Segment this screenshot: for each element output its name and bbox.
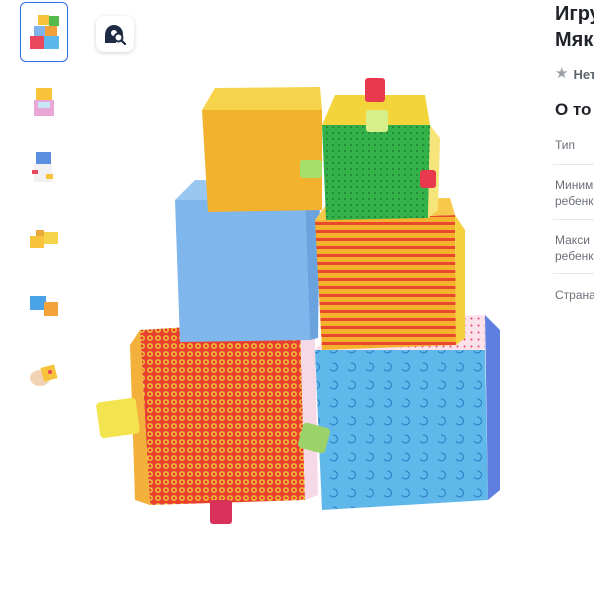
thumbnail-5[interactable] bbox=[20, 276, 68, 336]
spec-label-country: Страна bbox=[555, 288, 594, 302]
thumbnail-3[interactable] bbox=[20, 138, 68, 198]
search-icon bbox=[105, 25, 127, 45]
spec-label-type: Тип bbox=[555, 138, 576, 152]
thumbnail-image bbox=[30, 230, 58, 248]
product-main-image[interactable] bbox=[90, 70, 510, 530]
product-title-line-1: Игру bbox=[555, 3, 594, 25]
product-info-panel: Игру Мяк ★ Нет О то Тип Миним ребенк Мак… bbox=[553, 0, 594, 598]
divider bbox=[553, 219, 594, 220]
about-section-title: О то bbox=[555, 100, 592, 119]
spec-label-max-age: Макси bbox=[555, 233, 590, 247]
rating-text: Нет bbox=[573, 66, 594, 82]
divider bbox=[553, 164, 594, 165]
thumbnail-2[interactable] bbox=[20, 72, 68, 132]
spec-label-min-age-2: ребенк bbox=[555, 194, 594, 208]
thumbnail-image bbox=[30, 15, 59, 49]
rating-row[interactable]: ★ Нет bbox=[555, 66, 594, 82]
spec-label-min-age: Миним bbox=[555, 178, 594, 192]
product-title-line-2: Мяк bbox=[555, 29, 594, 51]
star-icon: ★ bbox=[555, 65, 569, 82]
thumbnail-image bbox=[32, 152, 53, 182]
zoom-button[interactable] bbox=[96, 16, 134, 52]
thumbnail-6[interactable] bbox=[20, 342, 68, 402]
spec-label-max-age-2: ребенк bbox=[555, 249, 594, 263]
thumbnail-image bbox=[30, 364, 58, 386]
thumbnail-4[interactable] bbox=[20, 208, 68, 268]
thumbnail-1[interactable] bbox=[20, 2, 68, 62]
thumbnail-image bbox=[34, 88, 54, 116]
thumbnail-image bbox=[30, 296, 58, 316]
divider bbox=[553, 273, 594, 274]
